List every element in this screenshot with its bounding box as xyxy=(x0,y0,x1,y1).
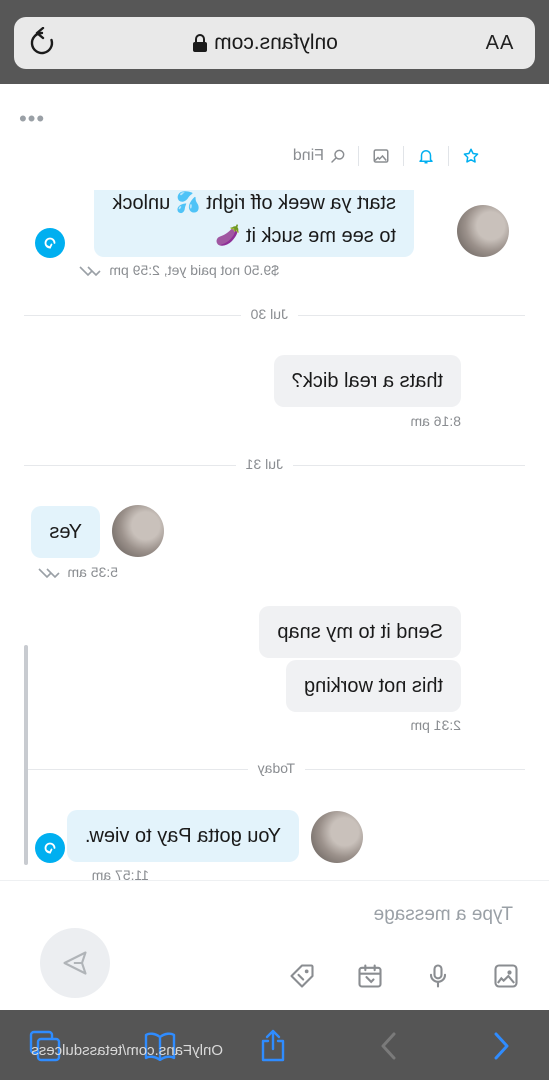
date-label: Jul 30 xyxy=(240,306,298,322)
back-button[interactable] xyxy=(483,1028,519,1064)
message-time: 11:57 am xyxy=(91,867,149,880)
tip-badge[interactable] xyxy=(35,833,65,863)
forward-icon xyxy=(381,1032,396,1060)
add-media-button[interactable] xyxy=(491,961,521,991)
message-time: 8:16 am xyxy=(410,413,461,429)
tag-icon xyxy=(290,964,314,988)
image-icon xyxy=(494,964,518,988)
browser-bottom-bar: OnlyFans.com/tetassdulcess xyxy=(0,1010,549,1080)
back-icon xyxy=(494,1032,509,1060)
browser-toolbar: AA onlyfans.com xyxy=(0,0,549,84)
address-bar[interactable]: AA onlyfans.com xyxy=(14,17,535,69)
message-text: Yes xyxy=(49,520,82,543)
message-text: You gotta Pay to view. xyxy=(84,824,281,847)
message-time: 5:35 am xyxy=(67,564,118,580)
share-button[interactable] xyxy=(255,1028,291,1064)
calendar-icon xyxy=(358,964,382,988)
bell-icon xyxy=(419,150,433,164)
paid-message-bubble[interactable]: start ya week off right 💦 unlock to see … xyxy=(94,190,414,257)
message-text: thats a real dick? xyxy=(291,369,443,392)
chat-header-tools: Find xyxy=(293,142,489,170)
tip-badge[interactable] xyxy=(35,228,65,258)
message-meta: 5:35 am xyxy=(36,564,118,580)
tip-icon xyxy=(44,237,56,249)
media-button[interactable] xyxy=(363,142,399,170)
message-text: start ya week off right 💦 unlock xyxy=(112,191,396,214)
favorite-button[interactable] xyxy=(453,142,489,170)
message-list[interactable]: start ya week off right 💦 unlock to see … xyxy=(0,190,549,880)
message-meta-text: $9.50 not paid yet, 2:59 pm xyxy=(109,262,279,278)
star-icon xyxy=(463,148,479,163)
forward-button[interactable] xyxy=(371,1028,407,1064)
message-input[interactable]: Type a message xyxy=(193,901,513,929)
url-display[interactable]: onlyfans.com xyxy=(145,29,385,57)
price-button[interactable] xyxy=(287,961,317,991)
divider xyxy=(403,146,404,166)
search-icon xyxy=(331,149,345,163)
url-text: onlyfans.com xyxy=(214,31,338,54)
status-url: OnlyFans.com/tetassdulcess xyxy=(31,1042,223,1059)
tip-icon xyxy=(44,842,56,854)
lock-icon xyxy=(193,34,208,52)
message-time: 2:31 pm xyxy=(410,717,461,733)
avatar[interactable] xyxy=(457,205,509,257)
notifications-button[interactable] xyxy=(408,142,444,170)
message-bubble[interactable]: You gotta Pay to view. xyxy=(66,810,299,862)
message-composer: Type a message xyxy=(0,880,549,1011)
message-text: to see me suck it 🍆 xyxy=(215,224,396,247)
image-icon xyxy=(373,149,389,163)
composer-tools xyxy=(287,959,521,993)
share-icon xyxy=(261,1029,285,1062)
text-size-button[interactable]: AA xyxy=(479,29,519,57)
message-text: this not working xyxy=(304,674,443,697)
find-button[interactable]: Find xyxy=(293,147,354,165)
avatar[interactable] xyxy=(112,505,164,557)
schedule-button[interactable] xyxy=(355,961,385,991)
send-button[interactable] xyxy=(40,928,110,998)
date-label: Jul 31 xyxy=(235,456,293,472)
scrollbar[interactable] xyxy=(24,645,28,865)
find-label: Find xyxy=(292,147,324,164)
reload-icon[interactable] xyxy=(26,27,58,59)
double-check-icon xyxy=(79,266,101,277)
double-check-icon xyxy=(37,568,60,579)
voice-message-button[interactable] xyxy=(423,961,453,991)
message-text: Send it to my snap xyxy=(277,620,443,643)
send-icon xyxy=(63,951,87,975)
more-options-button[interactable]: ••• xyxy=(18,106,44,132)
chat-header: ••• Find xyxy=(0,84,549,190)
message-bubble[interactable]: Send it to my snap xyxy=(259,606,461,658)
message-bubble[interactable]: Yes xyxy=(31,506,100,558)
avatar[interactable] xyxy=(311,811,363,863)
text-size-label: AA xyxy=(484,31,514,54)
message-meta: $9.50 not paid yet, 2:59 pm xyxy=(77,262,279,278)
divider xyxy=(358,146,359,166)
divider xyxy=(448,146,449,166)
date-label: Today xyxy=(247,760,305,776)
message-bubble[interactable]: thats a real dick? xyxy=(273,355,461,407)
mic-icon xyxy=(429,964,447,988)
message-bubble[interactable]: this not working xyxy=(286,660,461,712)
